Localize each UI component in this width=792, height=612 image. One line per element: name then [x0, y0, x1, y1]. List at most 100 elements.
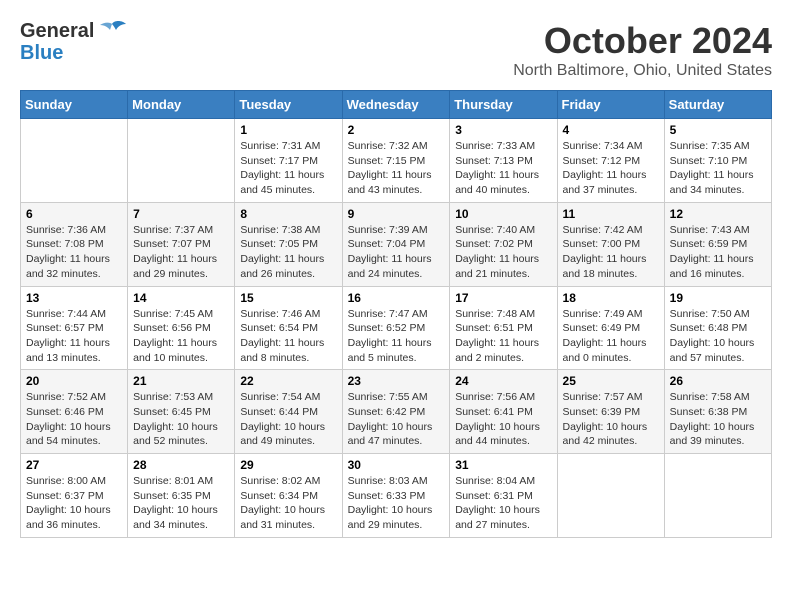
day-number: 5 [670, 123, 766, 137]
day-number: 7 [133, 207, 229, 221]
calendar-cell: 8 Sunrise: 7:38 AM Sunset: 7:05 PM Daylig… [235, 202, 342, 286]
day-number: 8 [240, 207, 336, 221]
calendar-cell: 22 Sunrise: 7:54 AM Sunset: 6:44 PM Dayli… [235, 370, 342, 454]
day-number: 26 [670, 374, 766, 388]
day-number: 2 [348, 123, 445, 137]
day-info: Sunrise: 7:47 AM Sunset: 6:52 PM Dayligh… [348, 307, 445, 366]
day-number: 10 [455, 207, 551, 221]
day-info: Sunrise: 7:45 AM Sunset: 6:56 PM Dayligh… [133, 307, 229, 366]
weekday-header-friday: Friday [557, 91, 664, 119]
day-info: Sunrise: 7:49 AM Sunset: 6:49 PM Dayligh… [563, 307, 659, 366]
weekday-header-thursday: Thursday [450, 91, 557, 119]
day-number: 27 [26, 458, 122, 472]
calendar-cell: 10Sunrise: 7:40 AM Sunset: 7:02 PM Dayli… [450, 202, 557, 286]
day-number: 24 [455, 374, 551, 388]
weekday-header-tuesday: Tuesday [235, 91, 342, 119]
day-number: 9 [348, 207, 445, 221]
calendar-cell: 27 Sunrise: 8:00 AM Sunset: 6:37 PM Dayli… [21, 454, 128, 538]
day-info: Sunrise: 7:55 AM Sunset: 6:42 PM Dayligh… [348, 390, 445, 449]
day-info: Sunrise: 7:36 AM Sunset: 7:08 PM Dayligh… [26, 223, 122, 282]
calendar-cell: 18 Sunrise: 7:49 AM Sunset: 6:49 PM Dayli… [557, 286, 664, 370]
logo-text-general: General [20, 20, 94, 42]
day-number: 23 [348, 374, 445, 388]
weekday-header-monday: Monday [128, 91, 235, 119]
title-section: October 2024 North Baltimore, Ohio, Unit… [513, 20, 772, 80]
calendar-cell: 24 Sunrise: 7:56 AM Sunset: 6:41 PM Dayli… [450, 370, 557, 454]
day-info: Sunrise: 7:50 AM Sunset: 6:48 PM Dayligh… [670, 307, 766, 366]
calendar-cell: 16 Sunrise: 7:47 AM Sunset: 6:52 PM Dayli… [342, 286, 450, 370]
day-info: Sunrise: 7:34 AM Sunset: 7:12 PM Dayligh… [563, 139, 659, 198]
calendar-cell: 5 Sunrise: 7:35 AM Sunset: 7:10 PM Daylig… [664, 119, 771, 203]
calendar-week-row: 13 Sunrise: 7:44 AM Sunset: 6:57 PM Dayli… [21, 286, 772, 370]
calendar-cell: 29 Sunrise: 8:02 AM Sunset: 6:34 PM Dayli… [235, 454, 342, 538]
day-info: Sunrise: 7:38 AM Sunset: 7:05 PM Dayligh… [240, 223, 336, 282]
calendar-cell: 30 Sunrise: 8:03 AM Sunset: 6:33 PM Dayli… [342, 454, 450, 538]
day-info: Sunrise: 7:56 AM Sunset: 6:41 PM Dayligh… [455, 390, 551, 449]
calendar-cell: 12Sunrise: 7:43 AM Sunset: 6:59 PM Dayli… [664, 202, 771, 286]
month-title: October 2024 [513, 20, 772, 62]
day-number: 22 [240, 374, 336, 388]
logo-bird-icon [98, 20, 126, 42]
day-number: 16 [348, 291, 445, 305]
calendar-cell: 25 Sunrise: 7:57 AM Sunset: 6:39 PM Dayli… [557, 370, 664, 454]
day-number: 28 [133, 458, 229, 472]
calendar-cell: 11 Sunrise: 7:42 AM Sunset: 7:00 PM Dayli… [557, 202, 664, 286]
day-number: 12 [670, 207, 766, 221]
day-number: 25 [563, 374, 659, 388]
calendar-cell [557, 454, 664, 538]
day-info: Sunrise: 7:32 AM Sunset: 7:15 PM Dayligh… [348, 139, 445, 198]
calendar-cell: 28 Sunrise: 8:01 AM Sunset: 6:35 PM Dayli… [128, 454, 235, 538]
day-info: Sunrise: 7:35 AM Sunset: 7:10 PM Dayligh… [670, 139, 766, 198]
calendar-cell: 17Sunrise: 7:48 AM Sunset: 6:51 PM Dayli… [450, 286, 557, 370]
day-number: 13 [26, 291, 122, 305]
day-number: 11 [563, 207, 659, 221]
calendar-cell: 3Sunrise: 7:33 AM Sunset: 7:13 PM Daylig… [450, 119, 557, 203]
calendar-cell: 6Sunrise: 7:36 AM Sunset: 7:08 PM Daylig… [21, 202, 128, 286]
calendar-cell: 1 Sunrise: 7:31 AM Sunset: 7:17 PM Daylig… [235, 119, 342, 203]
day-number: 20 [26, 374, 122, 388]
calendar-cell: 15 Sunrise: 7:46 AM Sunset: 6:54 PM Dayli… [235, 286, 342, 370]
day-number: 1 [240, 123, 336, 137]
day-info: Sunrise: 7:46 AM Sunset: 6:54 PM Dayligh… [240, 307, 336, 366]
day-number: 4 [563, 123, 659, 137]
calendar-week-row: 27 Sunrise: 8:00 AM Sunset: 6:37 PM Dayli… [21, 454, 772, 538]
calendar-cell: 7Sunrise: 7:37 AM Sunset: 7:07 PM Daylig… [128, 202, 235, 286]
logo-text-blue: Blue [20, 42, 63, 64]
day-number: 18 [563, 291, 659, 305]
day-info: Sunrise: 7:39 AM Sunset: 7:04 PM Dayligh… [348, 223, 445, 282]
day-number: 29 [240, 458, 336, 472]
day-info: Sunrise: 7:54 AM Sunset: 6:44 PM Dayligh… [240, 390, 336, 449]
weekday-header-sunday: Sunday [21, 91, 128, 119]
calendar-table: SundayMondayTuesdayWednesdayThursdayFrid… [20, 90, 772, 538]
day-number: 15 [240, 291, 336, 305]
calendar-cell [664, 454, 771, 538]
day-info: Sunrise: 8:04 AM Sunset: 6:31 PM Dayligh… [455, 474, 551, 533]
day-info: Sunrise: 8:03 AM Sunset: 6:33 PM Dayligh… [348, 474, 445, 533]
day-info: Sunrise: 7:44 AM Sunset: 6:57 PM Dayligh… [26, 307, 122, 366]
calendar-cell: 14Sunrise: 7:45 AM Sunset: 6:56 PM Dayli… [128, 286, 235, 370]
day-number: 31 [455, 458, 551, 472]
weekday-header-row: SundayMondayTuesdayWednesdayThursdayFrid… [21, 91, 772, 119]
logo: General Blue [20, 20, 126, 64]
calendar-week-row: 1 Sunrise: 7:31 AM Sunset: 7:17 PM Daylig… [21, 119, 772, 203]
calendar-cell: 2 Sunrise: 7:32 AM Sunset: 7:15 PM Daylig… [342, 119, 450, 203]
calendar-cell: 21 Sunrise: 7:53 AM Sunset: 6:45 PM Dayli… [128, 370, 235, 454]
weekday-header-wednesday: Wednesday [342, 91, 450, 119]
day-number: 21 [133, 374, 229, 388]
day-info: Sunrise: 8:00 AM Sunset: 6:37 PM Dayligh… [26, 474, 122, 533]
day-info: Sunrise: 7:31 AM Sunset: 7:17 PM Dayligh… [240, 139, 336, 198]
page-header: General Blue October 2024 North Baltimor… [20, 20, 772, 80]
day-info: Sunrise: 7:42 AM Sunset: 7:00 PM Dayligh… [563, 223, 659, 282]
calendar-cell: 4 Sunrise: 7:34 AM Sunset: 7:12 PM Daylig… [557, 119, 664, 203]
day-info: Sunrise: 8:01 AM Sunset: 6:35 PM Dayligh… [133, 474, 229, 533]
calendar-cell [21, 119, 128, 203]
day-info: Sunrise: 7:53 AM Sunset: 6:45 PM Dayligh… [133, 390, 229, 449]
calendar-cell: 26Sunrise: 7:58 AM Sunset: 6:38 PM Dayli… [664, 370, 771, 454]
day-number: 19 [670, 291, 766, 305]
day-number: 30 [348, 458, 445, 472]
calendar-week-row: 20Sunrise: 7:52 AM Sunset: 6:46 PM Dayli… [21, 370, 772, 454]
calendar-cell [128, 119, 235, 203]
weekday-header-saturday: Saturday [664, 91, 771, 119]
day-info: Sunrise: 8:02 AM Sunset: 6:34 PM Dayligh… [240, 474, 336, 533]
day-info: Sunrise: 7:57 AM Sunset: 6:39 PM Dayligh… [563, 390, 659, 449]
